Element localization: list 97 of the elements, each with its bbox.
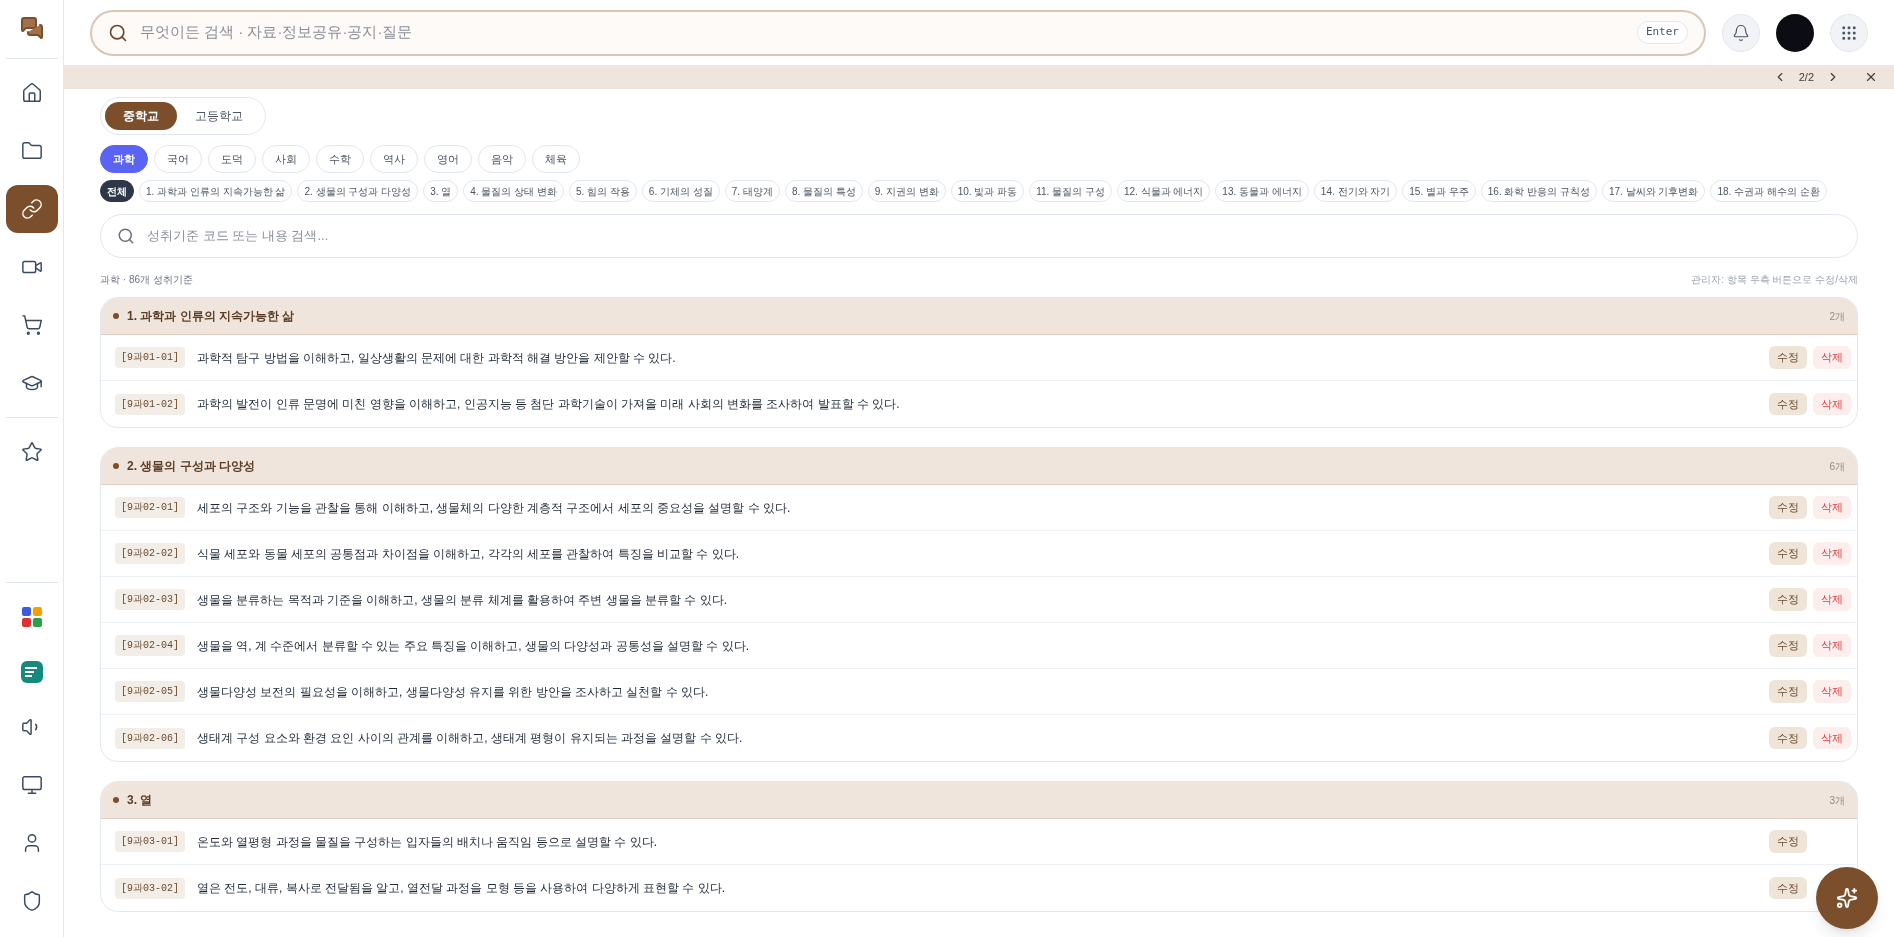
link-icon[interactable] [5, 185, 58, 233]
standard-text: 생태계 구성 요소와 환경 요인 사이의 관계를 이해하고, 생태계 평형이 유지되는 과정을 설명할 수 있다. [197, 730, 744, 747]
close-icon[interactable] [1864, 70, 1878, 84]
standard-code: [9과02-03] [115, 589, 185, 610]
school-tab[interactable]: 고등학교 [177, 102, 261, 130]
delete-button[interactable]: 삭제 [1813, 346, 1851, 369]
delete-button[interactable]: 삭제 [1813, 496, 1851, 519]
unit-chip[interactable]: 17. 날씨와 기후변화 [1602, 180, 1706, 202]
delete-button[interactable]: 삭제 [1813, 392, 1851, 416]
standard-text: 식물 세포와 동물 세포의 공통점과 차이점을 이해하고, 각각의 세포를 관찰하여 특징을 비교할 수 있다. [197, 545, 741, 563]
standard-code: [9과03-02] [115, 877, 185, 899]
unit-chip[interactable]: 14. 전기와 자기 [1313, 180, 1398, 202]
subject-chip[interactable]: 역사 [370, 145, 418, 173]
delete-button[interactable]: 삭제 [1813, 726, 1851, 750]
key-hint: Enter [1636, 21, 1688, 44]
standard-search-field[interactable]: 성취기준 코드 또는 내용 검색... [147, 226, 1841, 246]
notes-app-icon[interactable] [20, 661, 43, 683]
unit-chip[interactable]: 16. 화학 반응의 규칙성 [1480, 180, 1597, 202]
standard-text: 온도와 열평형 과정을 물질을 구성하는 입자들의 배치나 움직임 등으로 설명할 수 있다. [197, 833, 659, 851]
unit-chip[interactable]: 1. 과학과 인류의 지속가능한 삶 [139, 180, 293, 202]
edit-button[interactable]: 수정 [1769, 542, 1807, 565]
apps-menu-button[interactable] [1830, 13, 1868, 52]
standard-code: [9과02-01] [115, 497, 185, 518]
unit-chip[interactable]: 2. 생물의 구성과 다양성 [297, 180, 419, 202]
subject-chip[interactable]: 영어 [424, 145, 472, 173]
unit-chip[interactable]: 15. 별과 우주 [1402, 180, 1476, 202]
avatar[interactable] [1776, 13, 1814, 52]
section-title: 2. 생물의 구성과 다양성 [127, 458, 255, 475]
unit-chip[interactable]: 4. 물질의 상태 변화 [463, 180, 564, 202]
standard-text: 세포의 구조와 기능을 관찰을 통해 이해하고, 생물체의 다양한 계층적 구조에서 세포의 중요성을 설명할 수 있다. [197, 499, 792, 517]
unit-chip[interactable]: 7. 태양계 [724, 180, 780, 202]
notice-pager: 2/2 [1798, 69, 1814, 85]
edit-button[interactable]: 수정 [1769, 496, 1807, 519]
standard-code: [9과01-02] [115, 393, 185, 415]
school-tab[interactable]: 중학교 [105, 102, 177, 130]
subject-chip[interactable]: 음악 [478, 145, 526, 173]
edit-button[interactable]: 수정 [1769, 634, 1807, 657]
unit-chip[interactable]: 3. 열 [423, 180, 459, 202]
bullet-icon [113, 463, 119, 469]
edit-button[interactable]: 수정 [1769, 346, 1807, 369]
section-title: 1. 과학과 인류의 지속가능한 삶 [127, 308, 295, 325]
standard-text: 과학의 발전이 인류 문명에 미친 영향을 이해하고, 인공지능 등 첨단 과학기술이 가져올 미래 사회의 변화를 조사하여 발표할 수 있다. [197, 396, 901, 413]
ai-assistant-button[interactable] [1816, 867, 1878, 929]
delete-button[interactable]: 삭제 [1813, 588, 1851, 611]
standard-code: [9과02-02] [115, 543, 185, 564]
subject-chip[interactable]: 체육 [532, 145, 580, 173]
section-title: 3. 열 [127, 792, 153, 809]
subject-chip[interactable]: 수학 [316, 145, 364, 173]
edit-button[interactable]: 수정 [1769, 680, 1807, 703]
bullet-icon [113, 313, 119, 319]
edit-button[interactable]: 수정 [1769, 726, 1807, 750]
search-bar[interactable]: 무엇이든 검색 · 자료·정보공유·공지·질문 Enter [90, 9, 1706, 56]
search-icon [117, 227, 135, 245]
delete-button[interactable]: 삭제 [1813, 680, 1851, 703]
app-grid-icon[interactable] [21, 607, 42, 627]
delete-button[interactable]: 삭제 [1813, 634, 1851, 657]
subject-chip[interactable]: 국어 [154, 145, 202, 173]
unit-chip[interactable]: 8. 물질의 특성 [784, 180, 863, 202]
standard-code: [9과02-05] [115, 681, 185, 702]
bullet-icon [113, 797, 119, 803]
edit-button[interactable]: 수정 [1769, 392, 1807, 416]
section-count: 3개 [1829, 793, 1845, 808]
bell-icon [1732, 23, 1750, 42]
dots-grid-icon [1840, 23, 1858, 42]
subject-chip[interactable]: 도덕 [208, 145, 256, 173]
unit-chip[interactable]: 10. 빛과 파동 [950, 180, 1025, 202]
standard-code: [9과02-06] [115, 727, 185, 749]
standard-text: 열은 전도, 대류, 복사로 전달됨을 알고, 열전달 과정을 모형 등을 사용하여 다양하게 표현할 수 있다. [197, 880, 727, 897]
standard-code: [9과03-01] [115, 831, 185, 852]
admin-hint: 관리자: 항목 우측 버튼으로 수정/삭제 [1691, 273, 1858, 287]
standard-code: [9과02-04] [115, 635, 185, 656]
unit-chip[interactable]: 9. 지권의 변화 [867, 180, 946, 202]
standard-code: [9과01-01] [115, 347, 185, 368]
standard-text: 과학적 탐구 방법을 이해하고, 일상생활의 문제에 대한 과학적 해결 방안을 제안할 수 있다. [197, 349, 677, 367]
subject-chip[interactable]: 사회 [262, 145, 310, 173]
edit-button[interactable]: 수정 [1769, 876, 1807, 900]
section-count: 6개 [1829, 459, 1845, 474]
unit-chip[interactable]: 5. 힘의 작용 [568, 180, 637, 202]
unit-chip[interactable]: 13. 동물과 에너지 [1215, 180, 1309, 202]
unit-chip[interactable]: 12. 식물과 에너지 [1116, 180, 1211, 202]
result-summary: 과학 · 86개 성취기준 [100, 273, 193, 287]
edit-button[interactable]: 수정 [1769, 830, 1807, 853]
standard-text: 생물을 역, 계 수준에서 분류할 수 있는 주요 특징을 이해하고, 생물의 다양성과 공통성을 설명할 수 있다. [197, 637, 751, 655]
delete-button[interactable]: 삭제 [1813, 542, 1851, 565]
unit-chip[interactable]: 전체 [100, 180, 134, 202]
search-icon [108, 22, 128, 43]
sparkle-icon [1836, 887, 1858, 909]
unit-chip[interactable]: 11. 물질의 구성 [1029, 180, 1112, 202]
notification-button[interactable] [1722, 13, 1760, 52]
section-count: 2개 [1829, 309, 1845, 324]
unit-chip[interactable]: 18. 수권과 해수의 순환 [1710, 180, 1827, 202]
edit-button[interactable]: 수정 [1769, 588, 1807, 611]
standard-text: 생물다양성 보전의 필요성을 이해하고, 생물다양성 유지를 위한 방안을 조사하고 실천할 수 있다. [197, 683, 710, 701]
unit-chip[interactable]: 6. 기체의 성질 [641, 180, 720, 202]
standard-text: 생물을 분류하는 목적과 기준을 이해하고, 생물의 분류 체계를 활용하여 주변 생물을 분류할 수 있다. [197, 591, 729, 609]
subject-chip[interactable]: 과학 [100, 145, 148, 173]
search-field[interactable]: 무엇이든 검색 · 자료·정보공유·공지·질문 [140, 21, 1625, 44]
